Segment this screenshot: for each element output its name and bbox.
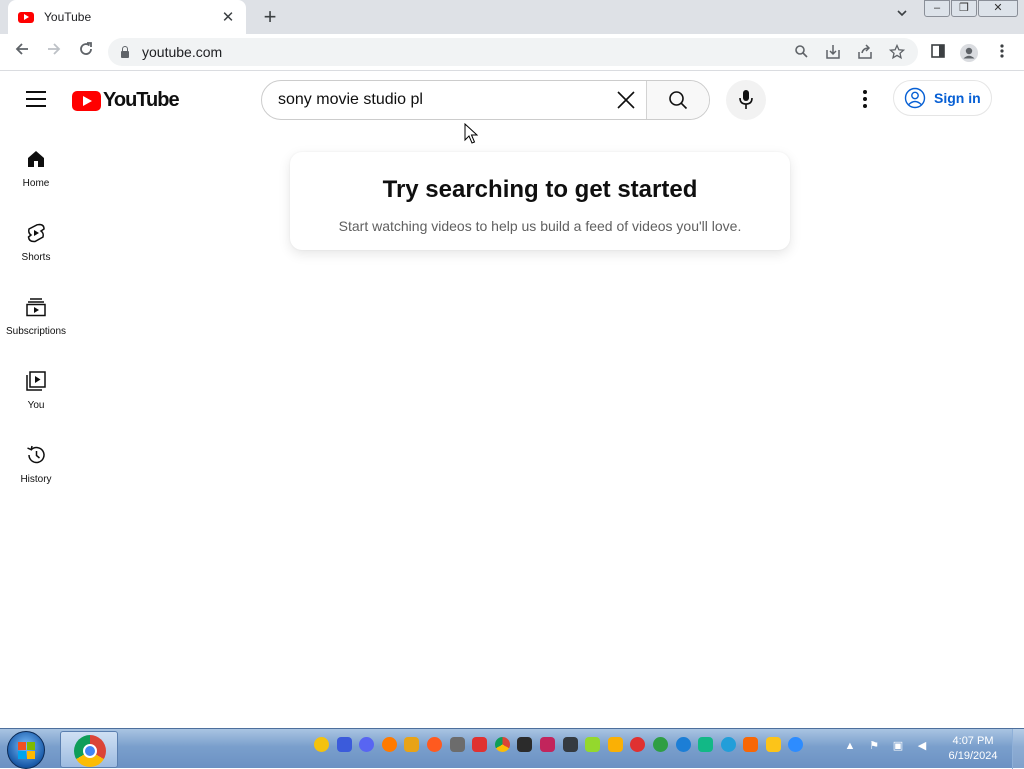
tab-search-chevron-icon[interactable] — [896, 7, 908, 22]
sidebar-item-shorts[interactable]: Shorts — [0, 202, 72, 272]
chrome-icon[interactable] — [494, 737, 510, 752]
taskbar-clock[interactable]: 4:07 PM 6/19/2024 — [940, 734, 1006, 764]
app-icon[interactable] — [607, 737, 623, 752]
show-desktop-button[interactable] — [1012, 729, 1024, 769]
sidebar-item-label: You — [27, 400, 45, 411]
sidebar-item-you[interactable]: You — [0, 350, 72, 420]
address-bar[interactable]: youtube.com — [108, 38, 918, 66]
sidebar-item-label: History — [20, 474, 52, 485]
tab-close-icon[interactable]: ✕ — [220, 8, 236, 26]
app-icon[interactable] — [698, 737, 714, 752]
clapper-icon[interactable] — [562, 737, 578, 752]
shorts-icon — [27, 223, 45, 243]
home-icon — [28, 151, 44, 167]
start-button[interactable] — [7, 731, 45, 769]
windows-logo-icon — [18, 742, 36, 760]
youtube-favicon-icon — [18, 11, 34, 23]
window-close-button[interactable]: ✕ — [978, 0, 1018, 17]
settings-menu-icon[interactable] — [855, 88, 875, 112]
firefox-icon[interactable] — [426, 737, 442, 752]
zoom-search-icon[interactable] — [792, 44, 810, 62]
share-icon[interactable] — [856, 44, 874, 62]
app-icon[interactable] — [585, 737, 601, 752]
empty-feed-heading: Try searching to get started — [382, 176, 698, 203]
search-tool-icon[interactable] — [381, 737, 397, 752]
telegram-icon[interactable] — [720, 737, 736, 752]
sidebar-item-label: Shorts — [21, 252, 51, 263]
mouse-cursor-icon — [464, 123, 478, 144]
youtube-header: YouTube sony movie studio pl Sign in — [0, 72, 1024, 128]
sign-in-button[interactable]: Sign in — [893, 80, 992, 116]
guide-menu-icon[interactable] — [26, 91, 46, 107]
vlc-icon[interactable] — [743, 737, 759, 752]
lock-icon[interactable] — [120, 46, 130, 58]
windows-taskbar: ▲ ⚑ ▣ ◀ 4:07 PM 6/19/2024 — [0, 728, 1024, 769]
clock-time: 4:07 PM — [952, 735, 994, 747]
discord-icon[interactable] — [359, 737, 375, 752]
microphone-icon — [739, 90, 753, 109]
tab-title: YouTube — [44, 10, 92, 24]
voice-search-button[interactable] — [726, 80, 766, 120]
search-bar: sony movie studio pl — [261, 80, 710, 120]
sidebar-item-home[interactable]: Home — [0, 128, 72, 198]
skype-icon[interactable] — [675, 737, 691, 752]
system-tray: ▲ ⚑ ▣ ◀ — [843, 739, 939, 753]
you-icon — [26, 371, 46, 391]
app-icon[interactable] — [336, 737, 352, 752]
subscriptions-icon — [26, 298, 46, 317]
restore-button[interactable]: ❐ — [951, 0, 977, 17]
app-icon[interactable] — [765, 737, 781, 752]
sign-in-label: Sign in — [934, 90, 981, 106]
install-download-icon[interactable] — [824, 44, 842, 62]
sidebar-item-label: Home — [22, 178, 50, 189]
logo-wordmark: YouTube — [103, 89, 180, 111]
opera-icon[interactable] — [630, 737, 646, 752]
edge-icon[interactable] — [652, 737, 668, 752]
inkscape-icon[interactable] — [517, 737, 533, 752]
new-tab-button[interactable]: + — [258, 4, 282, 30]
browser-tab-strip: YouTube ✕ + – ❐ ✕ — [0, 0, 1024, 34]
empty-feed-subtext: Start watching videos to help us build a… — [338, 218, 742, 234]
browser-toolbar: youtube.com — [0, 34, 1024, 71]
zoom-icon[interactable] — [788, 737, 804, 752]
account-circle-icon — [904, 87, 926, 109]
back-button[interactable] — [10, 40, 34, 64]
minimize-button[interactable]: – — [924, 0, 950, 17]
profile-avatar-icon[interactable] — [959, 43, 979, 63]
bookmark-star-icon[interactable] — [888, 43, 906, 62]
search-input[interactable]: sony movie studio pl — [262, 81, 646, 119]
forward-button[interactable] — [42, 40, 66, 64]
youtube-play-icon — [72, 90, 101, 111]
empty-feed-message: Try searching to get started Start watch… — [290, 152, 790, 250]
app-icon[interactable] — [472, 737, 488, 752]
clock-date: 6/19/2024 — [948, 750, 998, 762]
chrome-icon — [74, 735, 106, 767]
search-button[interactable] — [646, 81, 709, 119]
browser-menu-icon[interactable] — [992, 43, 1012, 63]
sidebar-item-history[interactable]: History — [0, 424, 72, 494]
sidebar-item-label: Subscriptions — [5, 326, 67, 337]
clear-search-icon[interactable] — [615, 89, 637, 111]
window-controls: – ❐ ✕ — [923, 0, 1018, 17]
reload-button[interactable] — [74, 40, 98, 64]
app-icon[interactable] — [314, 737, 329, 752]
youtube-logo[interactable]: YouTube — [72, 89, 180, 112]
history-icon — [27, 445, 45, 464]
quick-launch-icons — [314, 737, 811, 752]
sidebar-item-subscriptions[interactable]: Subscriptions — [0, 276, 72, 346]
volume-muted-icon[interactable]: ◀ — [915, 739, 929, 753]
search-icon — [669, 91, 688, 110]
tab-youtube[interactable]: YouTube ✕ — [8, 0, 246, 34]
app-icon[interactable] — [404, 737, 420, 752]
show-hidden-icons-icon[interactable]: ▲ — [843, 739, 857, 753]
app-icon[interactable] — [539, 737, 555, 752]
app-icon[interactable] — [449, 737, 465, 752]
side-panel-icon[interactable] — [928, 43, 948, 63]
network-icon[interactable]: ▣ — [891, 739, 905, 753]
taskbar-chrome-button[interactable] — [60, 731, 118, 768]
action-center-flag-icon[interactable]: ⚑ — [867, 739, 881, 753]
